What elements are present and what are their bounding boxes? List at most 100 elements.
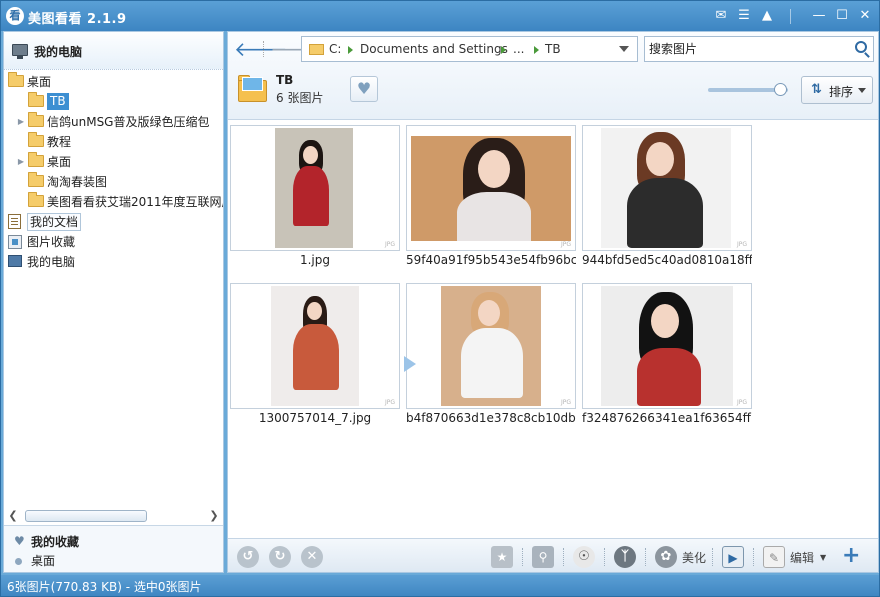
tree-item-desktop-sub[interactable]: ▶ 桌面 [18,152,208,172]
bottom-toolbar: ↺ ↻ ✕ ★ ⚲ ☉ ᛉ ✿ 美化 ▶ ✎ 编辑 ▼ + [228,538,878,572]
slideshow-icon[interactable]: ▶ [722,546,744,568]
edit-icon[interactable]: ✎ [763,546,785,568]
tree-item-unmsg[interactable]: ▶ 信鸽unMSG普及版绿色压缩包 [18,112,223,132]
current-folder-count: 6 张图片 [276,91,324,105]
rotate-right-icon[interactable]: ↻ [269,546,291,568]
tree-item-label: 桌面 [27,75,52,89]
bottom-divider [563,548,564,566]
tree-item-desktop[interactable]: 桌面 [8,72,208,92]
folder-icon [28,132,44,147]
path-separator-icon [348,46,353,54]
image-thumbnail [441,286,541,406]
chevron-down-icon[interactable]: ▼ [820,553,826,562]
folder-panel-header: 我的电脑 [4,32,223,70]
tree-item-tb[interactable]: TB [28,92,208,112]
mouse-cursor-icon [404,356,416,372]
image-tile[interactable]: JPG f324876266341ea1f63654ff... [582,283,752,428]
sort-button[interactable]: ⇅ 排序 [801,76,873,104]
document-icon [8,214,21,229]
folder-icon [28,192,44,207]
favorites-item-desktop[interactable]: 桌面 [31,552,55,569]
jpg-watermark: JPG [736,241,747,248]
image-tile[interactable]: JPG 1300757014_7.jpg [230,283,400,428]
expand-arrow-icon[interactable]: ▶ [16,152,26,172]
tree-item-my-computer[interactable]: 我的电脑 [8,252,208,272]
menu-icon[interactable]: ☰ [735,7,753,25]
back-arrow-icon[interactable]: 🡐 [234,38,288,60]
jpg-watermark: JPG [560,241,571,248]
photo-body [293,166,329,226]
image-thumbnail [601,286,733,406]
weibo-icon[interactable]: ☉ [573,546,595,568]
photo-face [307,302,322,320]
heart-icon: ♥ [14,534,25,548]
computer-icon [12,44,28,59]
folder-panel-title: 我的电脑 [34,45,83,59]
minimize-button[interactable]: — [810,7,828,25]
current-folder-icon [238,74,268,102]
skin-icon[interactable]: ▲ [758,7,776,25]
feedback-icon[interactable]: ✉ [712,7,730,25]
image-tile[interactable]: JPG b4f870663d1e378c8cb10db... [406,283,576,428]
tree-item-label: 淘淘春装图 [47,175,108,189]
search-icon[interactable] [855,41,867,53]
zoom-slider-thumb[interactable] [774,83,787,96]
image-thumbnail [275,128,353,248]
bottom-divider [645,548,646,566]
folder-icon [28,112,44,127]
path-separator-icon [501,46,506,54]
nav-divider [263,41,264,57]
tree-item-taotao[interactable]: 淘淘春装图 [28,172,208,192]
scrollbar-thumb[interactable] [25,510,147,522]
favorites-section: ♥ 我的收藏 桌面 [4,525,223,572]
favorites-folder-icon [8,235,22,249]
search-input[interactable] [649,40,844,58]
edit-label[interactable]: 编辑 [790,549,814,566]
photo-face [478,150,510,188]
image-tile[interactable]: JPG 59f40a91f95b543e54fb96bc... [406,125,576,270]
wallpaper-icon[interactable]: ★ [491,546,513,568]
tree-item-picture-favorites[interactable]: 图片收藏 [8,232,208,252]
bottom-divider [522,548,523,566]
tree-item-label: 图片收藏 [27,235,76,249]
scroll-left-icon[interactable]: ❮ [7,508,19,523]
rotate-left-icon[interactable]: ↺ [237,546,259,568]
beautify-label[interactable]: 美化 [682,549,706,566]
image-tile[interactable]: JPG 944bfd5ed5c40ad0810a18ff... [582,125,752,270]
photo-body [457,192,531,241]
share-qq-icon[interactable]: ⚲ [532,546,554,568]
renren-icon[interactable]: ᛉ [614,546,636,568]
app-title: 美图看看 2.1.9 [28,12,127,27]
scroll-right-icon[interactable]: ❯ [208,508,220,523]
add-favorite-button[interactable]: ♥ [350,76,378,102]
folder-icon [8,72,24,87]
add-icon[interactable]: + [842,543,860,568]
tree-item-label: 我的电脑 [27,255,76,269]
image-filename: 944bfd5ed5c40ad0810a18ff... [582,253,752,267]
address-segment-docs[interactable]: Documents and Settings [360,37,508,61]
image-thumbnail [271,286,359,406]
beautify-icon[interactable]: ✿ [655,546,677,568]
folder-tree: 桌面 TB ▶ 信鸽unMSG普及版绿色压缩包 教程 ▶ 桌面 淘淘春装图 美图… [4,72,223,502]
sort-icon: ⇅ [811,82,822,97]
thumbnail-grid: JPG 1.jpg JPG 59f40a91f95b543e54fb96bc..… [228,121,878,537]
address-segment-drive[interactable]: C: [329,37,341,61]
app-logo-icon: 看 [6,7,24,25]
tree-item-award[interactable]: 美图看看获艾瑞2011年度互联网成 [28,192,223,212]
close-button[interactable]: ✕ [856,7,874,25]
image-thumbnail [411,136,571,241]
expand-arrow-icon[interactable]: ▶ [16,112,26,132]
image-tile[interactable]: JPG 1.jpg [230,125,400,270]
address-dropdown-icon[interactable] [619,46,629,52]
tree-item-tutorial[interactable]: 教程 [28,132,208,152]
forward-arrow-icon[interactable]: 🡒 [270,38,324,60]
address-bar[interactable]: C: Documents and Settings ... TB [301,36,638,62]
thumbnail-frame: JPG [406,283,576,409]
tree-item-my-documents[interactable]: 我的文档 [8,212,208,232]
tree-horizontal-scrollbar[interactable]: ❮ ❯ [7,508,220,523]
tree-item-label: TB [47,93,69,110]
address-segment-tb[interactable]: TB [545,37,561,61]
address-segment-ellipsis[interactable]: ... [513,37,524,61]
delete-icon[interactable]: ✕ [301,546,323,568]
maximize-button[interactable]: ☐ [833,7,851,25]
